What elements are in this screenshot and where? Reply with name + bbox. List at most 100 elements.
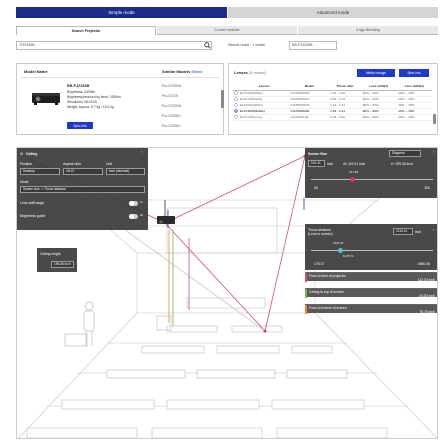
search-result-label: Search result : 1 model xyxy=(228,43,265,47)
throw-distance-max: 4560.55 xyxy=(417,262,430,266)
spec-brightness-reduced: Brightness(reduced by lens): 3300lm xyxy=(67,95,121,99)
similar-model-item[interactable]: Pro-G7400U xyxy=(162,114,181,118)
color-marker xyxy=(305,289,307,298)
lens-spec-button[interactable]: Spec info xyxy=(399,69,429,77)
screen-size-input[interactable]: 141.41 xyxy=(308,160,325,167)
throw-distance-slider[interactable] xyxy=(311,250,433,251)
ceiling-height-label: Ceiling height xyxy=(40,252,61,256)
throw-distance-mark: 1178.71 xyxy=(343,254,354,258)
position-select[interactable]: Desktop xyxy=(20,168,60,175)
radio-selected-icon[interactable] xyxy=(234,108,238,113)
table-cell: V12H004L08 xyxy=(289,114,330,121)
search-icon[interactable] xyxy=(204,42,211,49)
position-label: Position xyxy=(20,162,33,166)
spec-resolution: Resolution: WUXGA xyxy=(67,100,97,104)
settings-panel: ⚙ Ceiling ⌃ Position Aspect ratio Unit D… xyxy=(17,148,148,230)
diagonal-select[interactable]: Diagonal xyxy=(389,150,421,157)
measurement-label: Floor to bottom of screen xyxy=(309,306,347,310)
simple-mode-tab[interactable]: Simple mode xyxy=(16,7,227,18)
measurement-value: -43.83 inch xyxy=(418,294,435,298)
lens-count: (5 model) xyxy=(248,70,266,75)
brightness-guide-toggle[interactable] xyxy=(129,214,138,219)
radio-icon[interactable] xyxy=(234,90,238,95)
color-marker xyxy=(305,305,307,314)
ceiling-height-input[interactable]: 196.85 inch xyxy=(51,261,74,268)
color-marker xyxy=(305,273,307,282)
screen-size-title: Screen Size xyxy=(308,152,328,156)
room-simulation-view[interactable]: ⚙ Ceiling ⌃ Position Aspect ratio Unit D… xyxy=(16,147,438,439)
model-title: EB-PJ2330B xyxy=(67,84,90,88)
aspect-label: Aspect ratio xyxy=(63,162,81,166)
screen-width-readout: W: 119.91 inch xyxy=(343,162,366,166)
collapse-chevron-icon[interactable]: ⌃ xyxy=(432,229,435,233)
model-panel: Model Name Similar Models Select EB-PJ23… xyxy=(16,63,224,135)
screen-size-min: 60 xyxy=(314,186,318,190)
screen-size-panel: Screen Size Diagonal ⌃ 141.41 inch W: 11… xyxy=(305,148,437,198)
table-cell: 3.33 - 5.40 xyxy=(329,114,361,121)
table-cell: ELPLL08(Long) xyxy=(239,114,290,121)
lens-table: Lenses Model Throw ratio Lens shift(V) L… xyxy=(233,83,432,121)
unit-select[interactable]: Inch (decimal) xyxy=(106,168,145,175)
ceiling-gear-icon: ⚙ xyxy=(20,152,24,156)
screen-size-slider-value: 137.81 xyxy=(349,170,359,174)
radio-icon[interactable] xyxy=(234,96,238,101)
column-header: Lenses xyxy=(239,83,290,91)
screen-size-slider-handle[interactable] xyxy=(350,177,355,182)
lens-shift-label: Lens shift range xyxy=(20,201,45,205)
model-name-header: Model Name xyxy=(24,69,48,74)
throw-distance-panel: Throw distance (Lens to screen) 1132.41 … xyxy=(305,224,437,270)
similar-scrollbar[interactable] xyxy=(221,90,224,108)
tab-search-projector[interactable]: Search Projector xyxy=(16,26,156,35)
spec-weight: Weight: Approx. 8.7 kg / 19.2 kg xyxy=(67,105,114,109)
column-header: Lens shift(V) xyxy=(360,83,397,91)
measurement-value: 78.75 inch xyxy=(419,310,435,314)
screen-height-readout: H: 199.35 inch xyxy=(391,162,413,166)
brightness-guide-label: Brightness guide xyxy=(20,214,46,218)
table-row[interactable]: ELPLL08(Long) V12H004L08 3.33 - 5.40 -60… xyxy=(233,114,432,121)
lens-panel: Lenses (5 model) Media change Spec info … xyxy=(228,63,438,135)
throw-distance-subtitle: (Lens to screen) xyxy=(308,232,333,236)
search-input[interactable]: PJ2330B xyxy=(16,41,212,50)
lens-title: Lenses (5 model) xyxy=(234,70,266,75)
lens-shift-toggle[interactable] xyxy=(129,201,138,206)
throw-distance-unit: inch xyxy=(415,230,422,234)
similar-model-item[interactable]: Pro-G7100 xyxy=(162,94,178,98)
similar-model-item[interactable]: Pro-G7500U xyxy=(162,124,181,128)
radio-icon[interactable] xyxy=(234,102,238,107)
screen-size-slider[interactable] xyxy=(311,179,433,180)
screen-size-max: 300 xyxy=(424,186,430,190)
similar-models-label: Similar Models xyxy=(162,69,191,74)
measurement-row: Floor to bottom of screen 78.75 inch xyxy=(305,304,437,314)
table-cell: -60% ~ 60% xyxy=(360,114,397,121)
lens-scrollbar[interactable] xyxy=(433,114,436,124)
collapse-chevron-icon[interactable]: ⌃ xyxy=(140,151,143,155)
search-result-select[interactable]: EB-PJ2330B xyxy=(289,41,337,50)
mode-select[interactable]: Screen size -> Throw distance xyxy=(20,186,145,193)
tab-current-website[interactable]: Current website xyxy=(157,26,297,35)
projector-image xyxy=(32,93,60,105)
similar-model-item[interactable]: Pro-G7000W xyxy=(162,84,181,88)
tab-edge-blending[interactable]: Edge Blending xyxy=(298,26,438,35)
media-change-button[interactable]: Media change xyxy=(357,69,395,77)
ceiling-height-panel: Ceiling height 196.85 inch xyxy=(37,248,77,272)
settings-title: Ceiling xyxy=(26,152,38,156)
throw-distance-mark: 1137.47 xyxy=(333,241,344,245)
measurement-row: Ceiling to top of screen -43.83 inch xyxy=(305,288,437,298)
lens-shift-state: on xyxy=(140,201,143,204)
column-header: Lens shift(H) xyxy=(396,83,432,91)
advanced-mode-tab[interactable]: Advanced mode xyxy=(228,7,438,18)
spec-info-button[interactable]: Spec info xyxy=(67,122,93,129)
measurement-value: 122.03 inch xyxy=(417,278,435,282)
screen-size-unit: inch xyxy=(327,162,334,166)
spec-brightness: Brightness: 3300lm xyxy=(67,90,96,94)
similar-models-header: Similar Models Select xyxy=(162,69,202,74)
column-header: Model xyxy=(289,83,330,91)
aspect-ratio-select[interactable]: 16:10 xyxy=(63,168,103,175)
collapse-chevron-icon[interactable]: ⌃ xyxy=(432,151,435,155)
mode-label: Mode xyxy=(20,180,29,184)
similar-models-select[interactable]: Select xyxy=(191,69,202,74)
throw-distance-slider-handle[interactable] xyxy=(338,248,343,253)
throw-distance-input[interactable]: 1132.41 xyxy=(393,228,413,235)
similar-model-item[interactable]: Pro-G7200W xyxy=(162,104,181,108)
radio-icon[interactable] xyxy=(234,114,238,119)
